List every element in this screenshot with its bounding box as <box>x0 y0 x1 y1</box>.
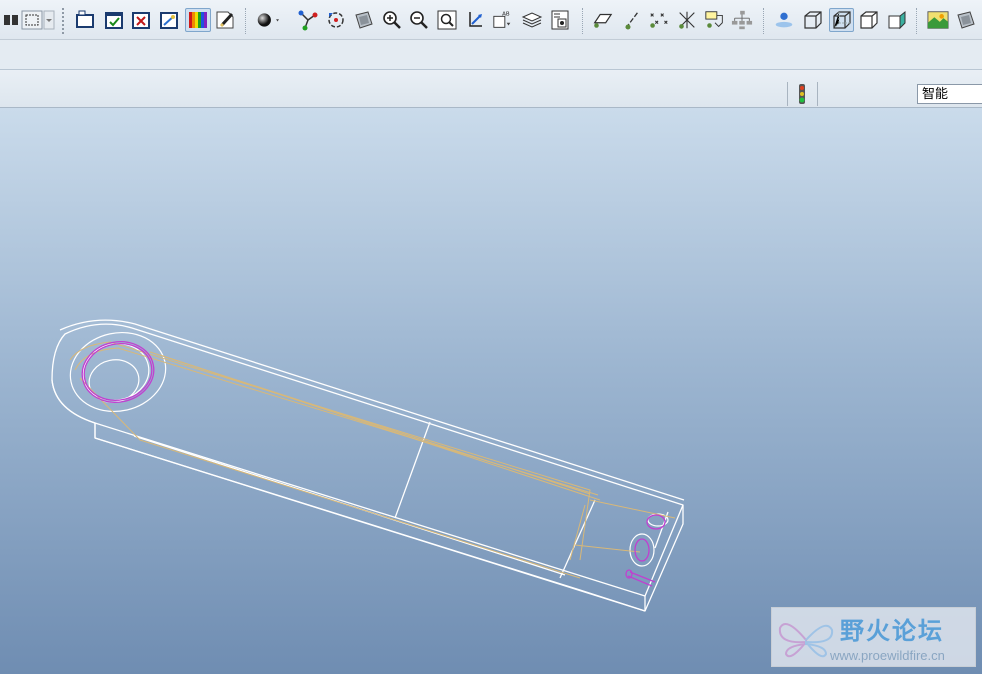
plane-display-icon[interactable] <box>591 9 613 31</box>
selection-filter-dropdown[interactable]: 智能 <box>917 84 982 104</box>
spin-center-icon[interactable] <box>297 9 319 31</box>
edit-window-icon[interactable] <box>158 9 180 31</box>
orient-mode-icon[interactable] <box>325 9 347 31</box>
color-bars-icon[interactable] <box>185 8 211 32</box>
refit-icon[interactable] <box>436 9 458 31</box>
main-toolbar: AB <box>0 0 982 40</box>
butterfly-logo-icon <box>778 623 834 658</box>
shaded-view-icon[interactable] <box>353 9 375 31</box>
axis-display-icon[interactable] <box>621 9 643 31</box>
perspective-icon[interactable] <box>955 9 977 31</box>
svg-text:AB: AB <box>502 11 510 17</box>
select-box-icon[interactable] <box>19 9 57 31</box>
appearance-pen-icon[interactable] <box>214 9 236 31</box>
render-icon[interactable] <box>927 9 949 31</box>
saved-views-icon[interactable]: AB <box>492 9 514 31</box>
watermark-url: www.proewildfire.cn <box>830 648 945 663</box>
shading-icon[interactable] <box>886 9 908 31</box>
secondary-toolbar <box>0 40 982 70</box>
model-tree-icon[interactable] <box>731 9 753 31</box>
wireframe-icon[interactable] <box>802 9 824 31</box>
zoom-in-icon[interactable] <box>381 9 403 31</box>
watermark-title: 野火论坛 <box>840 617 944 645</box>
status-strip <box>0 70 982 108</box>
graphics-viewport[interactable] <box>0 108 982 674</box>
reorient-icon[interactable] <box>464 9 486 31</box>
part-model-wireframe <box>51 319 685 612</box>
window-activate-icon[interactable] <box>74 9 96 31</box>
sphere-display-icon[interactable] <box>257 9 279 31</box>
traffic-light-icon[interactable] <box>795 83 809 105</box>
layers-icon[interactable] <box>521 9 543 31</box>
forum-watermark: 野火论坛 www.proewildfire.cn <box>771 607 976 667</box>
hidden-line-icon[interactable] <box>829 8 854 32</box>
no-hidden-icon[interactable] <box>858 9 880 31</box>
spin-center-display-icon[interactable] <box>773 9 795 31</box>
view-manager-icon[interactable] <box>549 9 571 31</box>
point-display-icon[interactable] <box>648 9 670 31</box>
zoom-out-icon[interactable] <box>408 9 430 31</box>
annotation-display-icon[interactable] <box>704 9 726 31</box>
csys-display-icon[interactable] <box>676 9 698 31</box>
window-close-icon[interactable] <box>130 9 152 31</box>
status-divider-2 <box>817 82 818 106</box>
status-divider <box>787 82 788 106</box>
window-check-icon[interactable] <box>103 9 125 31</box>
